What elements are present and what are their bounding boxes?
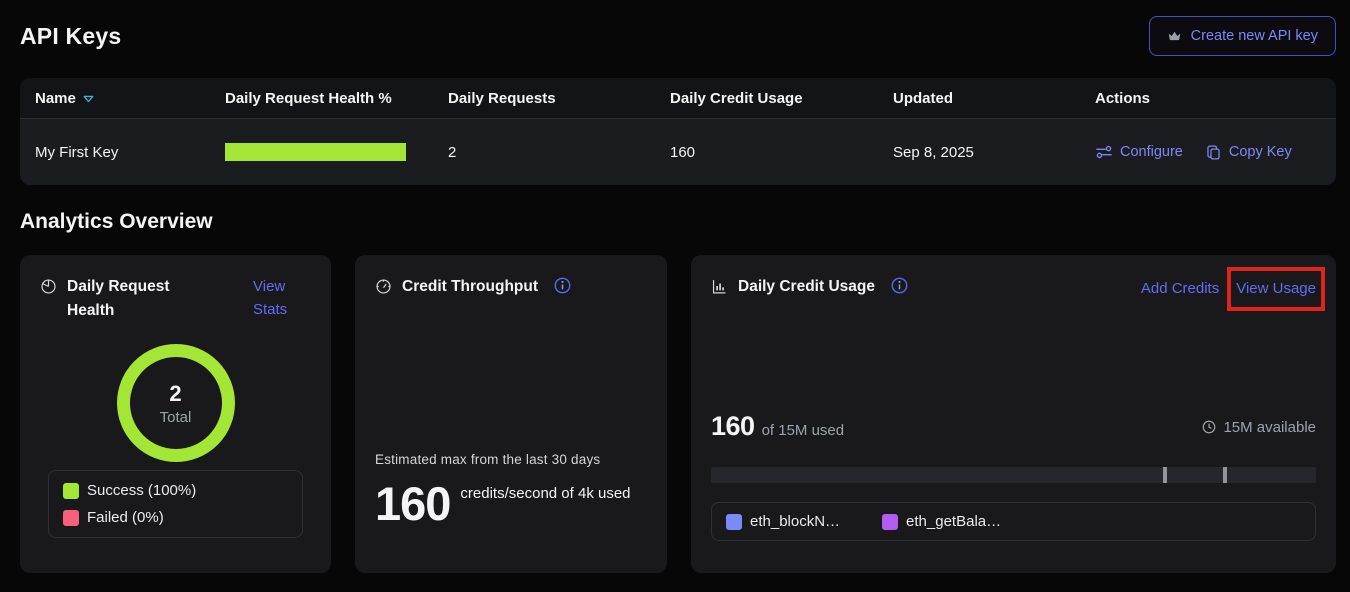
configure-button[interactable]: Configure (1095, 143, 1183, 161)
add-credits-link[interactable]: Add Credits (1141, 277, 1219, 300)
clock-icon (1201, 419, 1217, 435)
daily-requests-value: 2 (448, 144, 670, 161)
updated-value: Sep 8, 2025 (893, 144, 1095, 161)
page-title: API Keys (20, 23, 121, 50)
eth-blocknumber-swatch (726, 514, 742, 530)
configure-label: Configure (1120, 144, 1183, 160)
create-api-key-button[interactable]: Create new API key (1149, 16, 1336, 56)
throughput-subtitle: Estimated max from the last 30 days (375, 452, 647, 467)
column-requests: Daily Requests (448, 90, 670, 107)
sort-icon[interactable] (83, 95, 94, 103)
throughput-unit: credits/second of 4k used (460, 482, 632, 506)
eth-blocknumber-label: eth_blockN… (750, 513, 840, 530)
eth-getbalance-swatch (882, 514, 898, 530)
analytics-cards: Daily Request Health View Stats 2 Total … (20, 255, 1336, 573)
api-keys-table: Name Daily Request Health % Daily Reques… (20, 78, 1336, 185)
donut-total-label: Total (160, 409, 192, 426)
column-name-label: Name (35, 90, 76, 107)
donut-ring: 2 Total (117, 344, 235, 462)
throughput-value: 160 (375, 480, 450, 527)
sliders-icon (1095, 143, 1113, 161)
table-header: Name Daily Request Health % Daily Reques… (20, 78, 1336, 118)
view-usage-link[interactable]: View Usage (1236, 280, 1316, 297)
info-icon[interactable] (891, 277, 908, 294)
health-bar-cell (225, 143, 448, 161)
column-credit-usage: Daily Credit Usage (670, 90, 893, 107)
used-value: 160 (711, 411, 755, 442)
usage-summary-row: 160 of 15M used 15M available (711, 411, 1316, 442)
throughput-card-header: Credit Throughput (375, 275, 647, 299)
bar-chart-icon (711, 278, 728, 295)
column-updated: Updated (893, 90, 1095, 107)
copy-icon (1205, 144, 1222, 161)
gauge-icon (375, 278, 392, 295)
donut-total-value: 2 (169, 381, 181, 407)
column-name[interactable]: Name (35, 90, 225, 107)
view-stats-link[interactable]: View Stats (253, 275, 311, 322)
daily-credit-usage-card: Daily Credit Usage Add Credits View Usag… (691, 255, 1336, 573)
donut-chart: 2 Total (40, 344, 311, 462)
page: API Keys Create new API key Name Daily R… (0, 14, 1350, 573)
key-name: My First Key (35, 144, 225, 161)
actions-cell: Configure Copy Key (1095, 143, 1321, 161)
used-suffix: of 15M used (762, 422, 845, 439)
throughput-value-row: 160 credits/second of 4k used (375, 480, 647, 527)
analytics-section-title: Analytics Overview (20, 210, 1336, 234)
usage-bar-tick (1163, 467, 1167, 483)
health-legend: Success (100%) Failed (0%) (48, 470, 303, 538)
usage-card-header: Daily Credit Usage Add Credits View Usag… (711, 275, 1316, 300)
daily-credit-usage-value: 160 (670, 144, 893, 161)
legend-item-eth-getbalance: eth_getBala… (882, 513, 1001, 530)
info-icon[interactable] (554, 277, 571, 294)
available-label: 15M available (1223, 419, 1316, 436)
usage-progress-bar (711, 467, 1316, 483)
throughput-card-title: Credit Throughput (402, 275, 538, 299)
legend-item-success: Success (100%) (63, 482, 288, 499)
usage-card-title: Daily Credit Usage (738, 275, 875, 299)
health-card-header: Daily Request Health View Stats (40, 275, 311, 323)
pie-chart-icon (40, 278, 57, 295)
success-label: Success (100%) (87, 482, 196, 499)
table-row: My First Key 2 160 Sep 8, 2025 Configure… (20, 118, 1336, 185)
failed-label: Failed (0%) (87, 509, 164, 526)
copy-key-button[interactable]: Copy Key (1205, 144, 1292, 161)
failed-swatch (63, 510, 79, 526)
usage-card-links: Add Credits View Usage (1141, 277, 1316, 300)
usage-bar-tick (1223, 467, 1227, 483)
column-actions: Actions (1095, 90, 1321, 107)
legend-item-failed: Failed (0%) (63, 509, 288, 526)
success-swatch (63, 483, 79, 499)
view-usage-wrap: View Usage (1236, 277, 1316, 300)
credit-throughput-card: Credit Throughput Estimated max from the… (355, 255, 667, 573)
crown-icon (1167, 29, 1182, 44)
health-card-title: Daily Request Health (67, 275, 185, 323)
create-api-key-label: Create new API key (1191, 28, 1318, 44)
daily-request-health-card: Daily Request Health View Stats 2 Total … (20, 255, 331, 573)
health-bar-track (225, 143, 406, 161)
usage-legend: eth_blockN… eth_getBala… (711, 502, 1316, 541)
top-bar: API Keys Create new API key (20, 14, 1336, 58)
legend-item-eth-blocknumber: eth_blockN… (726, 513, 840, 530)
eth-getbalance-label: eth_getBala… (906, 513, 1001, 530)
column-health: Daily Request Health % (225, 90, 448, 107)
copy-key-label: Copy Key (1229, 144, 1292, 160)
available-block: 15M available (1201, 419, 1316, 436)
health-bar-fill (225, 143, 406, 161)
